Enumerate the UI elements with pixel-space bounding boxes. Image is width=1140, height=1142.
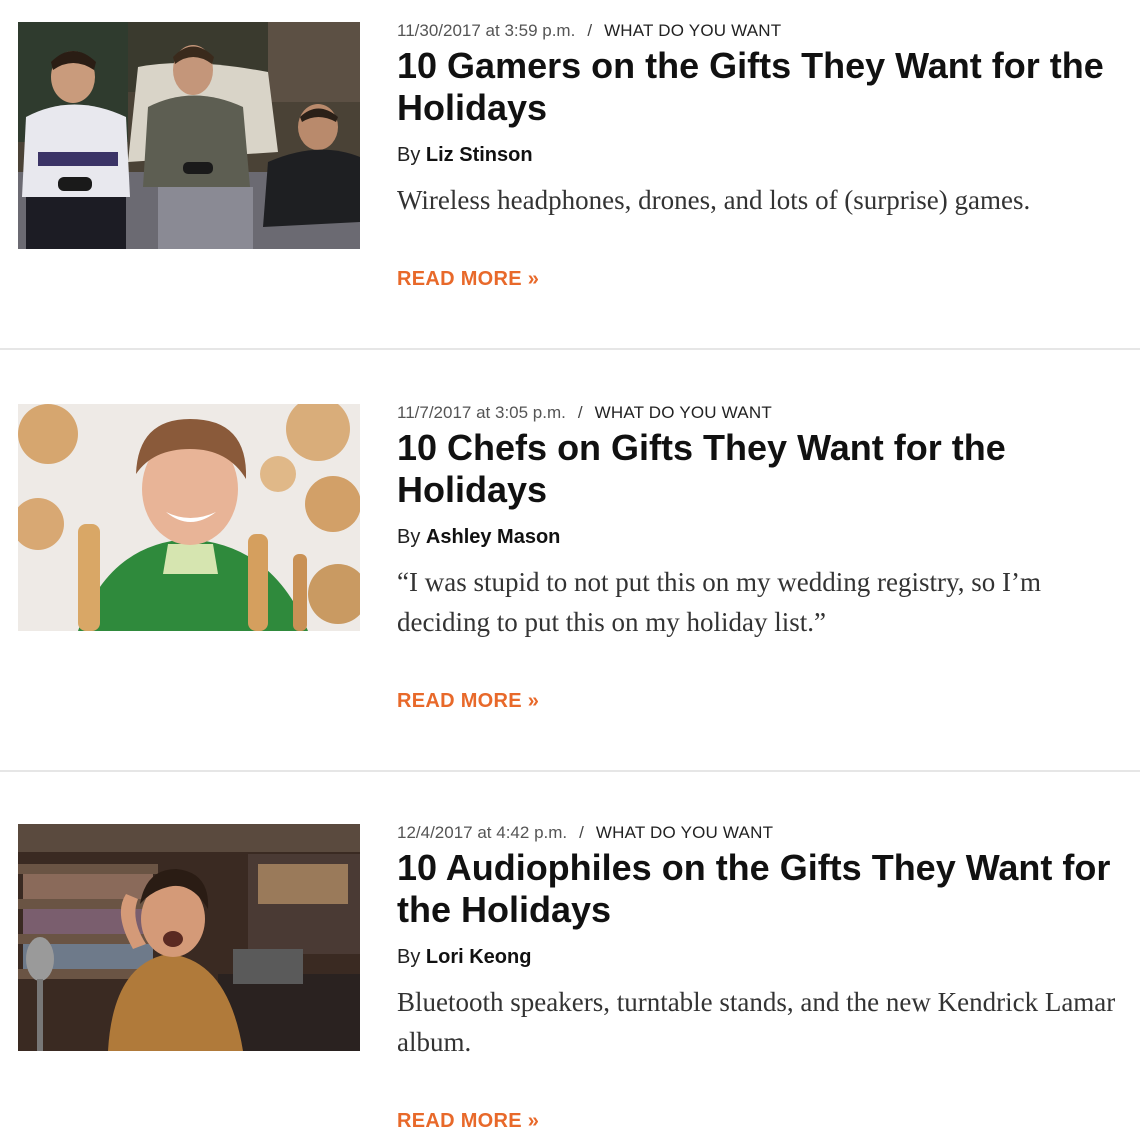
article-dek: Bluetooth speakers, turntable stands, an… xyxy=(397,987,1116,1057)
author-link[interactable]: Ashley Mason xyxy=(426,526,560,548)
article-dek: “I was stupid to not put this on my wedd… xyxy=(397,567,1041,637)
article-thumbnail-chefs[interactable] xyxy=(18,404,360,631)
article-title-link[interactable]: 10 Gamers on the Gifts They Want for the… xyxy=(397,45,1117,129)
meta-separator: / xyxy=(577,403,583,422)
read-more-link[interactable]: READ MORE » xyxy=(397,1110,539,1133)
article-content: 12/4/2017 at 4:42 p.m. / WHAT DO YOU WANT … xyxy=(397,822,1117,1062)
read-more-link[interactable]: READ MORE » xyxy=(397,690,539,713)
article-section-link[interactable]: WHAT DO YOU WANT xyxy=(595,403,772,422)
article-byline: By Liz Stinson xyxy=(397,142,1117,168)
meta-separator: / xyxy=(579,823,584,842)
article-date: 11/30/2017 at 3:59 p.m. xyxy=(397,21,576,40)
read-more-link[interactable]: READ MORE » xyxy=(397,268,539,291)
article-byline: By Ashley Mason xyxy=(397,524,1117,550)
article-thumbnail-gamers[interactable] xyxy=(18,22,360,249)
article-divider xyxy=(0,770,1140,772)
meta-separator: / xyxy=(587,21,593,40)
article-dek: Wireless headphones, drones, and lots of… xyxy=(397,185,1031,215)
article-content: 11/30/2017 at 3:59 p.m. / WHAT DO YOU WANT… xyxy=(397,20,1117,220)
article-meta: 11/7/2017 at 3:05 p.m. / WHAT DO YOU WANT xyxy=(397,402,1117,424)
article-meta: 12/4/2017 at 4:42 p.m. / WHAT DO YOU WANT xyxy=(397,822,1117,844)
article-thumbnail-audiophiles[interactable] xyxy=(18,824,360,1051)
article-date: 12/4/2017 at 4:42 p.m. xyxy=(397,823,568,842)
author-link[interactable]: Lori Keong xyxy=(426,946,532,968)
article-section-link[interactable]: WHAT DO YOU WANT xyxy=(604,21,781,40)
article-date: 11/7/2017 at 3:05 p.m. xyxy=(397,403,566,422)
author-link[interactable]: Liz Stinson xyxy=(426,144,533,166)
article-byline: By Lori Keong xyxy=(397,944,1117,970)
byline-label: By xyxy=(397,144,421,166)
article-section-link[interactable]: WHAT DO YOU WANT xyxy=(596,823,773,842)
byline-label: By xyxy=(397,526,421,548)
article-title-link[interactable]: 10 Chefs on Gifts They Want for the Holi… xyxy=(397,427,1117,511)
article-content: 11/7/2017 at 3:05 p.m. / WHAT DO YOU WANT … xyxy=(397,402,1117,642)
byline-label: By xyxy=(397,946,421,968)
article-title-link[interactable]: 10 Audiophiles on the Gifts They Want fo… xyxy=(397,847,1117,931)
article-meta: 11/30/2017 at 3:59 p.m. / WHAT DO YOU WANT xyxy=(397,20,1117,42)
article-divider xyxy=(0,348,1140,350)
